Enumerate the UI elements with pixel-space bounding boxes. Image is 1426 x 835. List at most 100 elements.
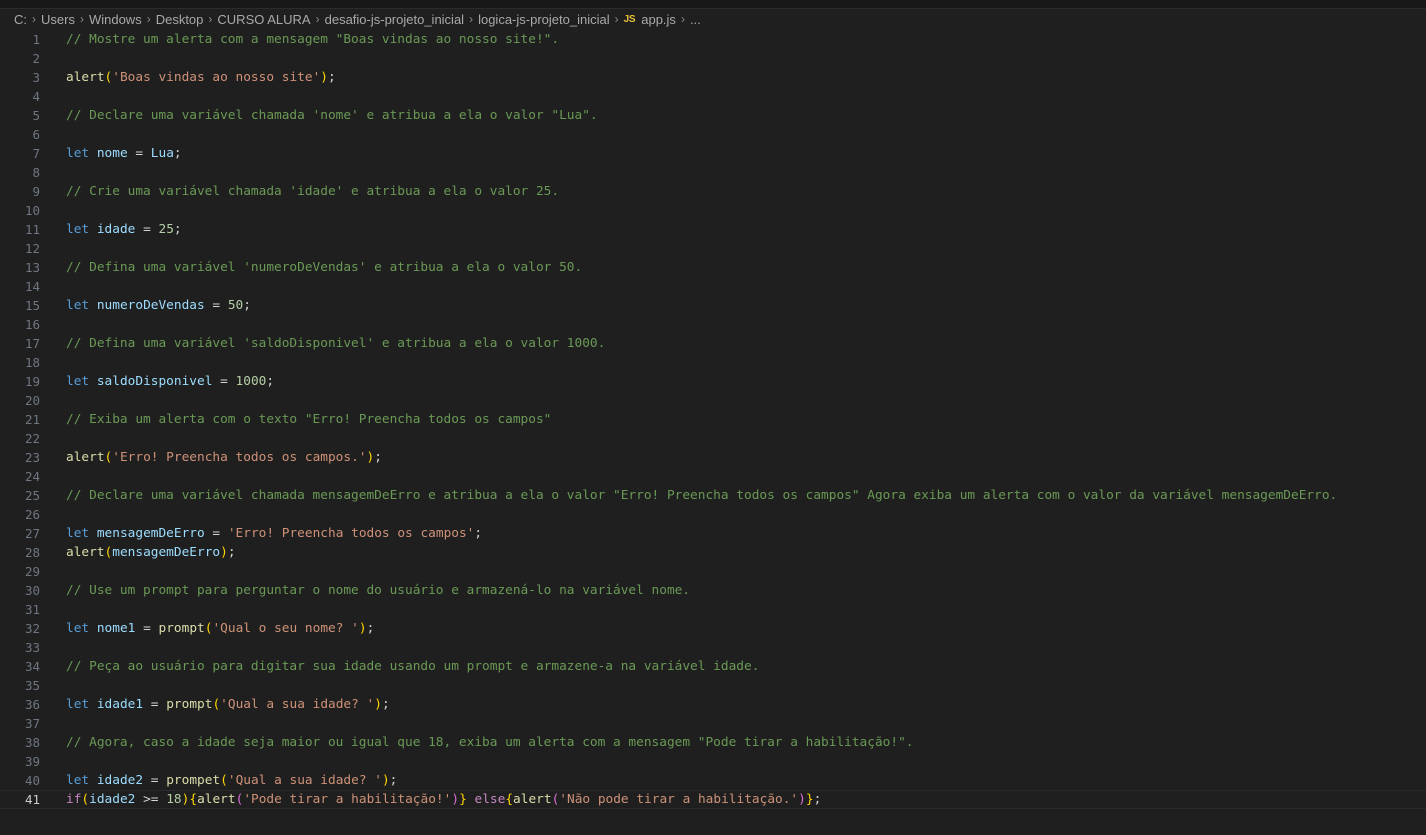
code-line[interactable]: 32 let nome1 = prompt('Qual o seu nome? '… [0,619,1426,638]
breadcrumb-symbols-ellipsis[interactable]: ... [690,12,701,27]
line-content: let saldoDisponivel = 1000; [66,372,274,391]
chevron-right-icon: › [32,12,36,26]
line-number: 32 [24,621,40,636]
line-number: 15 [24,298,40,313]
code-line[interactable]: 26 [0,505,1426,524]
code-editor[interactable]: C: › Users › Windows › Desktop › CURSO A… [0,0,1426,835]
code-line[interactable]: 37 [0,714,1426,733]
code-line[interactable]: 5 // Declare uma variável chamada 'nome' … [0,106,1426,125]
code-line[interactable]: 23 alert('Erro! Preencha todos os campos.… [0,448,1426,467]
code-area[interactable]: 1 // Mostre um alerta com a mensagem "Boa… [0,30,1426,809]
line-content: if(idade2 >= 18){alert('Pode tirar a hab… [66,791,821,808]
code-token: 50 [227,298,244,313]
code-token: prompet [166,773,221,788]
line-number: 12 [24,241,40,256]
breadcrumb-item-drive[interactable]: C: [14,12,27,27]
code-token: // Declare uma variável chamada mensagem… [66,488,1338,503]
breadcrumb-item-windows[interactable]: Windows [89,12,142,27]
line-content: let nome = Lua; [66,144,182,163]
code-line[interactable]: 16 [0,315,1426,334]
code-line[interactable]: 12 [0,239,1426,258]
line-number: 28 [24,545,40,560]
code-line[interactable]: 9 // Crie uma variável chamada 'idade' e … [0,182,1426,201]
code-token: // Agora, caso a idade seja maior ou igu… [66,735,914,750]
breadcrumb-item-file[interactable]: JS app.js [624,12,676,27]
code-line[interactable]: 25 // Declare uma variável chamada mensag… [0,486,1426,505]
code-token: = [204,298,228,313]
code-token: let [66,298,90,313]
code-line[interactable]: 27 let mensagemDeErro = 'Erro! Preencha t… [0,524,1426,543]
breadcrumb: C: › Users › Windows › Desktop › CURSO A… [14,9,701,29]
line-number: 25 [24,488,40,503]
line-content: // Mostre um alerta com a mensagem "Boas… [66,30,559,49]
code-token: 18 [166,792,182,807]
breadcrumb-item-logica[interactable]: logica-js-projeto_inicial [478,12,610,27]
code-line[interactable]: 6 [0,125,1426,144]
code-token: let [66,621,90,636]
code-line[interactable]: 13 // Defina uma variável 'numeroDeVendas… [0,258,1426,277]
line-content: alert('Boas vindas ao nosso site'); [66,68,336,87]
code-line[interactable]: 7 let nome = Lua; [0,144,1426,163]
code-line[interactable]: 19 let saldoDisponivel = 1000; [0,372,1426,391]
code-line[interactable]: 30 // Use um prompt para perguntar o nome… [0,581,1426,600]
line-number: 19 [24,374,40,389]
code-token: alert [197,792,236,807]
line-content: // Defina uma variável 'numeroDeVendas' … [66,258,582,277]
breadcrumb-item-desafio[interactable]: desafio-js-projeto_inicial [325,12,464,27]
code-line[interactable]: 29 [0,562,1426,581]
code-line[interactable]: 22 [0,429,1426,448]
code-line[interactable]: 20 [0,391,1426,410]
code-token: = [143,697,167,712]
code-line[interactable]: 34 // Peça ao usuário para digitar sua id… [0,657,1426,676]
code-line[interactable]: 1 // Mostre um alerta com a mensagem "Boa… [0,30,1426,49]
line-number: 26 [24,507,40,522]
code-token: mensagemDeErro [96,526,205,541]
code-line[interactable]: 8 [0,163,1426,182]
code-token: let [66,374,90,389]
line-number: 24 [24,469,40,484]
code-line[interactable]: 21 // Exiba um alerta com o texto "Erro! … [0,410,1426,429]
code-line[interactable]: 24 [0,467,1426,486]
code-line[interactable]: 35 [0,676,1426,695]
code-line[interactable]: 2 [0,49,1426,68]
code-line[interactable]: 4 [0,87,1426,106]
code-line[interactable]: 39 [0,752,1426,771]
line-content: let numeroDeVendas = 50; [66,296,251,315]
code-token: = [127,146,151,161]
code-line[interactable]: 10 [0,201,1426,220]
code-token: // Peça ao usuário para digitar sua idad… [66,659,760,674]
line-number: 40 [24,773,40,788]
code-line[interactable]: 18 [0,353,1426,372]
code-line[interactable]: 36 let idade1 = prompt('Qual a sua idade?… [0,695,1426,714]
code-line[interactable]: 14 [0,277,1426,296]
code-line[interactable]: 31 [0,600,1426,619]
code-token: idade1 [96,697,144,712]
breadcrumb-item-curso-alura[interactable]: CURSO ALURA [217,12,310,27]
code-line[interactable]: 3 alert('Boas vindas ao nosso site'); [0,68,1426,87]
code-line[interactable]: 28 alert(mensagemDeErro); [0,543,1426,562]
code-line[interactable]: 33 [0,638,1426,657]
breadcrumb-item-desktop[interactable]: Desktop [156,12,204,27]
code-token: ) [798,792,806,807]
line-content: // Declare uma variável chamada 'nome' e… [66,106,598,125]
line-number: 37 [24,716,40,731]
code-line[interactable]: 38 // Agora, caso a idade seja maior ou i… [0,733,1426,752]
line-number: 8 [32,165,40,180]
code-line[interactable]: 17 // Defina uma variável 'saldoDisponive… [0,334,1426,353]
code-token: ( [212,697,221,712]
code-line[interactable]: 41 if(idade2 >= 18){alert('Pode tirar a h… [0,790,1426,809]
code-token: ( [220,773,228,788]
code-line[interactable]: 40 let idade2 = prompet('Qual a sua idade… [0,771,1426,790]
code-line[interactable]: 11 let idade = 25; [0,220,1426,239]
line-content: let mensagemDeErro = 'Erro! Preencha tod… [66,524,482,543]
line-number: 9 [32,184,40,199]
code-line[interactable]: 15 let numeroDeVendas = 50; [0,296,1426,315]
line-content: // Exiba um alerta com o texto "Erro! Pr… [66,410,551,429]
breadcrumb-item-users[interactable]: Users [41,12,75,27]
line-content: let nome1 = prompt('Qual o seu nome? '); [66,619,374,638]
code-token: 'Qual a sua idade? ' [227,773,382,788]
code-token: ) [358,621,367,636]
code-token: alert [66,70,105,85]
